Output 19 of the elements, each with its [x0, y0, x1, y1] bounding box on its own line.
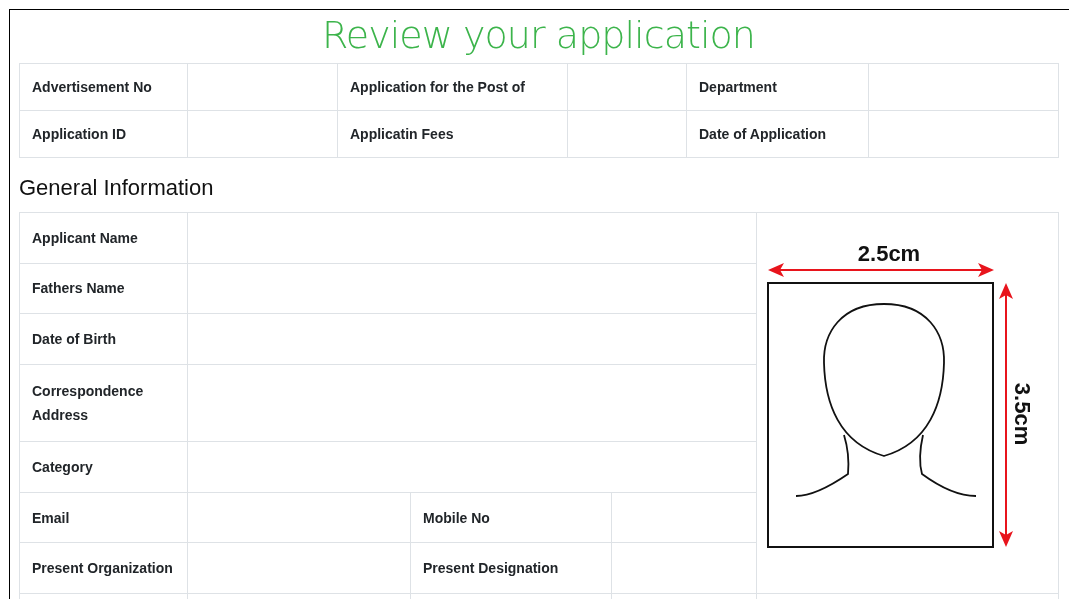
page-title: Review your application	[321, 12, 756, 59]
field-label: Applicatin Fees	[337, 110, 568, 158]
field-label: Present Organization	[19, 542, 188, 594]
photo-width-label: 2.5cm	[857, 241, 921, 266]
field-label: Correspondence Address	[19, 364, 188, 442]
field-label: Date of Birth	[19, 313, 188, 365]
field-label: Category	[19, 441, 188, 493]
section-heading: General Information	[19, 176, 215, 200]
field-label: Applicant Name	[19, 212, 188, 264]
field-label: Fathers Name	[19, 263, 188, 314]
field-label: Present Designation	[410, 542, 612, 594]
field-label: Mobile No	[410, 492, 612, 543]
photo-height-label: 3.5cm	[1010, 382, 1035, 446]
field-label: Advertisement No	[19, 63, 188, 111]
field-label: Application ID	[19, 110, 188, 158]
field-label: Date of Application	[686, 110, 869, 158]
field-label: Email	[19, 492, 188, 543]
field-label: Application for the Post of	[337, 63, 568, 111]
field-label: Department	[686, 63, 869, 111]
